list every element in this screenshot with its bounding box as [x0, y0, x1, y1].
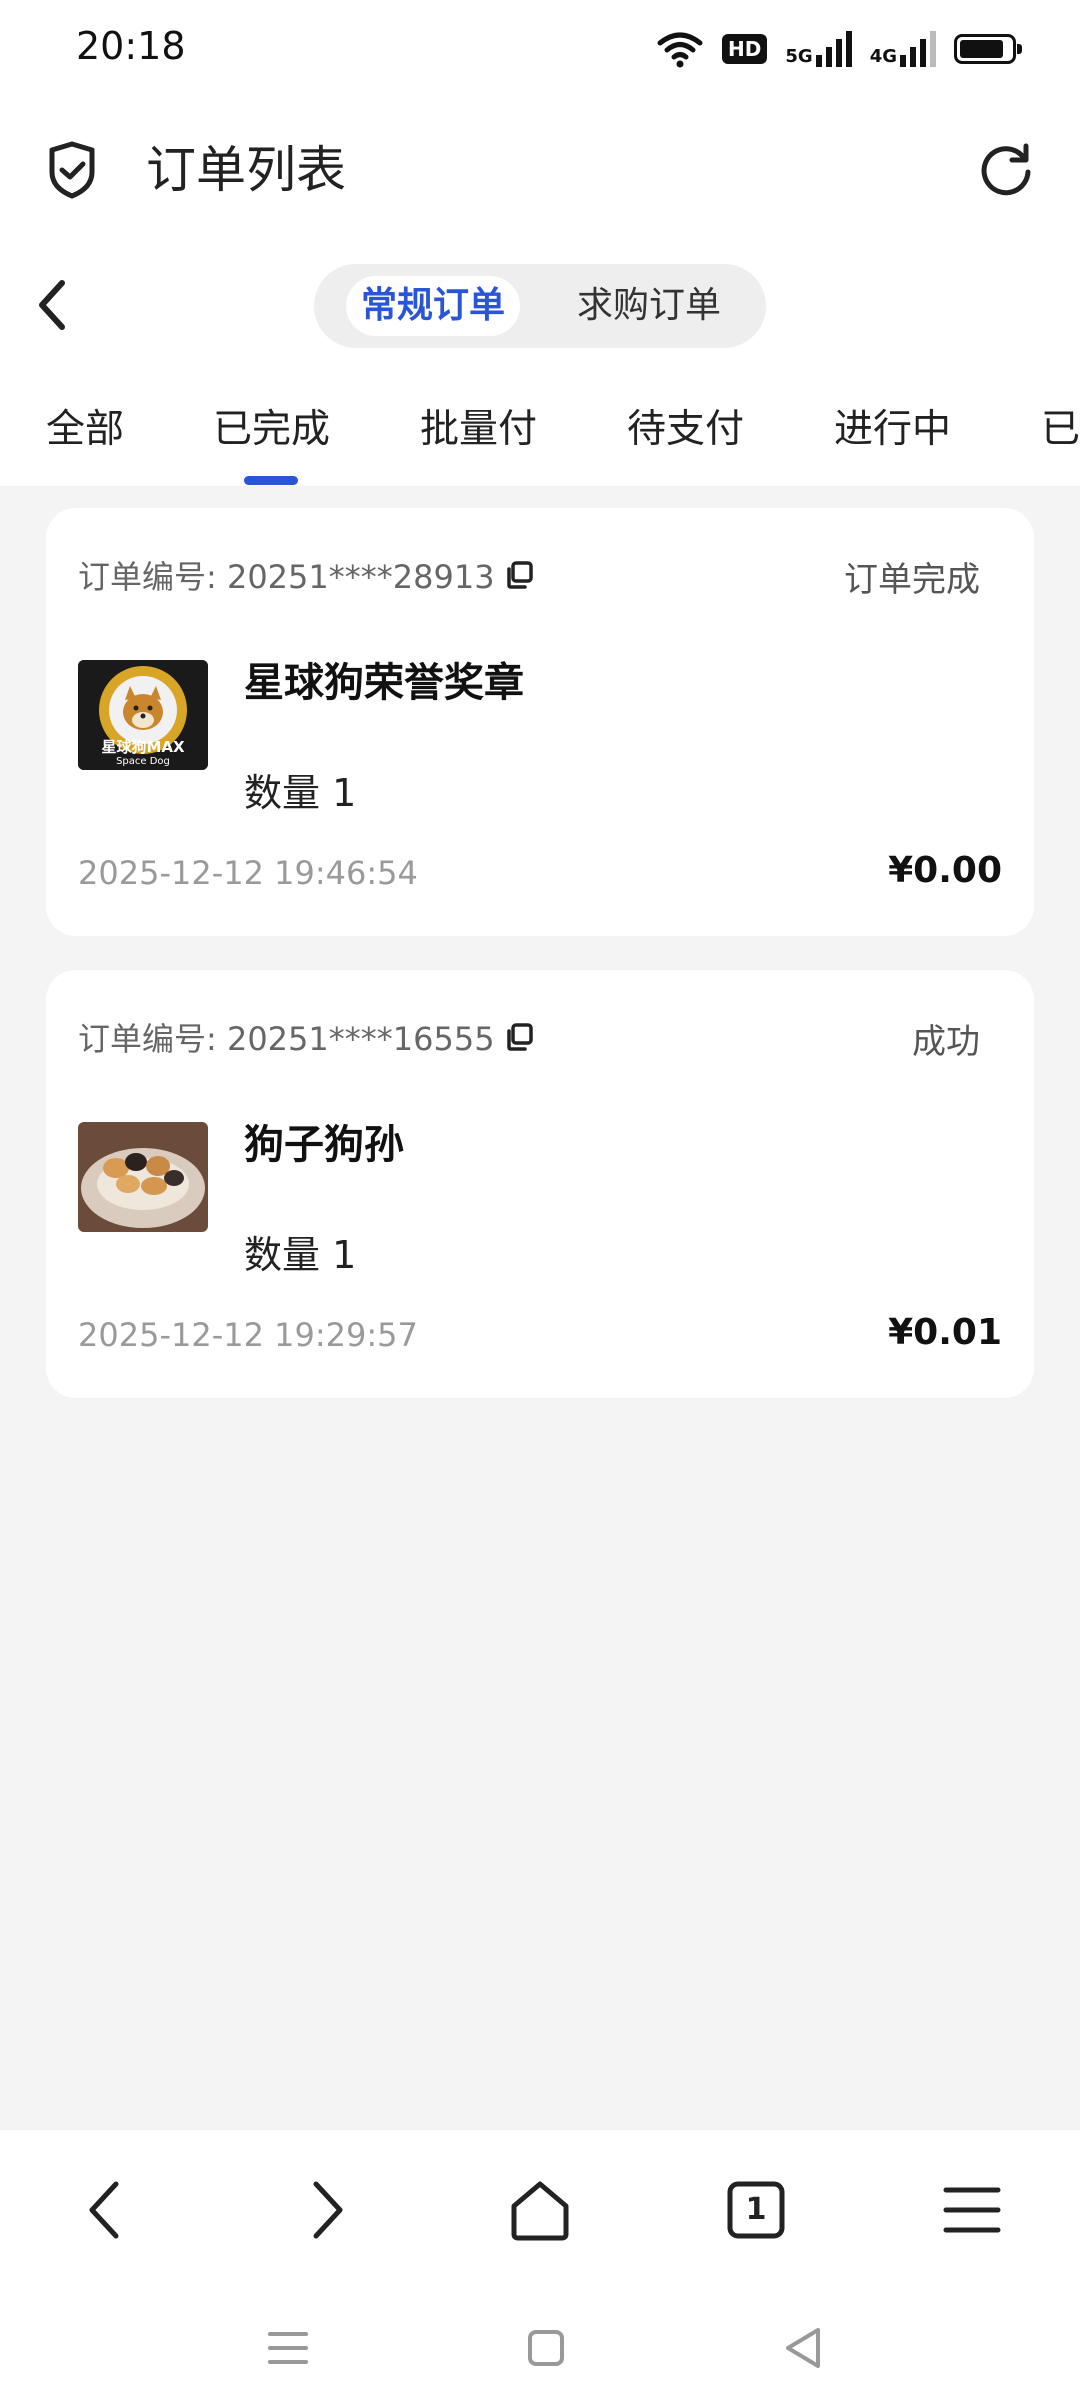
tab-more[interactable]: 已: [1041, 398, 1080, 454]
signal-5g-icon: [815, 31, 852, 67]
signal-5g-label: 5G: [785, 46, 813, 67]
order-number: 订单编号: 20251****16555: [78, 1014, 535, 1060]
status-time: 20:18: [76, 24, 186, 68]
tab-all[interactable]: 全部: [46, 398, 124, 454]
tab-pending-payment[interactable]: 待支付: [627, 398, 744, 454]
home-icon[interactable]: [500, 2170, 580, 2250]
signal-5g: 5G: [785, 31, 852, 67]
tabs-button[interactable]: 1: [716, 2170, 796, 2250]
browser-back-icon[interactable]: [68, 2170, 148, 2250]
page-title: 订单列表: [146, 141, 346, 199]
product-thumbnail: [78, 1122, 208, 1232]
order-date: 2025-12-12 19:29:57: [78, 1316, 418, 1354]
refresh-icon[interactable]: [974, 138, 1038, 202]
segment-purchase-requests[interactable]: 求购订单: [564, 276, 734, 336]
segment-regular-orders[interactable]: 常规订单: [346, 276, 520, 336]
tab-count: 1: [745, 2192, 767, 2227]
thumb-subtitle: Space Dog: [116, 756, 170, 767]
quantity: 数量 1: [244, 1233, 357, 1277]
browser-forward-icon[interactable]: [284, 2170, 364, 2250]
order-card[interactable]: 订单编号: 20251****28913 订单完成 星球狗MAX Space D…: [46, 508, 1034, 936]
status-tabs: 全部 已完成 批量付 待支付 进行中 已: [0, 390, 1080, 485]
product-name: 星球狗荣誉奖章: [244, 660, 524, 706]
order-status: 订单完成: [844, 560, 980, 600]
order-status: 成功: [912, 1022, 980, 1062]
puppies-photo-image: [78, 1122, 208, 1232]
shield-check-icon: [49, 141, 95, 199]
copy-icon[interactable]: [503, 559, 535, 591]
header: 订单列表: [0, 120, 1080, 220]
status-icons: HD 5G 4G: [656, 24, 1022, 74]
order-card[interactable]: 订单编号: 20251****16555 成功 狗子狗孙 数量 1 2025-1…: [46, 970, 1034, 1398]
space-dog-badge-image: 星球狗MAX Space Dog: [78, 660, 208, 770]
order-price: ¥0.01: [888, 1312, 1002, 1353]
signal-4g: 4G: [870, 31, 936, 67]
menu-icon[interactable]: [932, 2170, 1012, 2250]
recent-apps-icon[interactable]: [258, 2318, 318, 2378]
tab-completed[interactable]: 已完成: [213, 398, 330, 454]
tab-batch-pay[interactable]: 批量付: [420, 398, 537, 454]
wifi-icon: [657, 32, 703, 68]
order-number-label: 订单编号: 20251****16555: [78, 1020, 495, 1058]
copy-icon[interactable]: [503, 1021, 535, 1053]
battery-icon: [954, 34, 1022, 64]
thumb-title: 星球狗MAX: [101, 738, 185, 756]
signal-4g-icon: [900, 31, 936, 67]
tab-in-progress[interactable]: 进行中: [834, 398, 951, 454]
hd-badge: HD: [722, 34, 768, 64]
back-icon[interactable]: [30, 275, 74, 335]
product-name: 狗子狗孙: [244, 1122, 404, 1168]
active-tab-indicator: [244, 476, 298, 485]
signal-4g-label: 4G: [869, 46, 897, 67]
order-type-segment: 常规订单 求购订单: [314, 264, 766, 348]
browser-toolbar: 1: [0, 2130, 1080, 2408]
system-home-icon[interactable]: [516, 2318, 576, 2378]
product-thumbnail: 星球狗MAX Space Dog: [78, 660, 208, 770]
order-price: ¥0.00: [888, 850, 1002, 891]
order-number: 订单编号: 20251****28913: [78, 552, 535, 598]
system-back-icon[interactable]: [774, 2318, 834, 2378]
battery-fill: [960, 40, 1003, 58]
order-number-label: 订单编号: 20251****28913: [78, 558, 495, 596]
quantity: 数量 1: [244, 771, 357, 815]
order-date: 2025-12-12 19:46:54: [78, 854, 418, 892]
status-bar: 20:18 HD 5G 4G: [0, 0, 1080, 96]
